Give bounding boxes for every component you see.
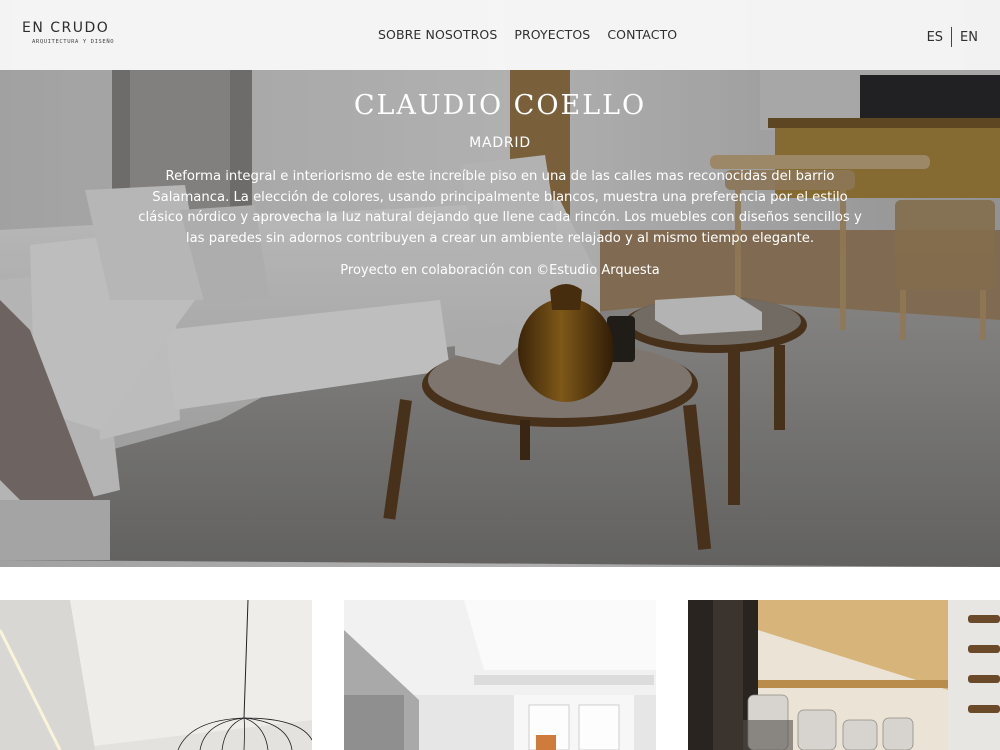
gallery-photo-3 — [688, 600, 1000, 750]
lang-es-link[interactable]: ES — [927, 30, 943, 45]
nav-link-proyectos[interactable]: PROYECTOS — [514, 27, 590, 42]
gallery-photo-1 — [0, 600, 312, 750]
nav-link-contacto[interactable]: CONTACTO — [607, 27, 677, 42]
brand-tagline: ARQUITECTURA Y DISEÑO — [32, 39, 115, 45]
gallery-thumb-pendant-lamp[interactable] — [0, 600, 312, 750]
hero-section: CLAUDIO COELLO MADRID Reforma integral e… — [0, 0, 1000, 567]
lang-en-link[interactable]: EN — [960, 30, 978, 45]
site-header: EN CRUDO ARQUITECTURA Y DISEÑO SOBRE NOS… — [0, 0, 1000, 70]
project-description: Reforma integral e interiorismo de este … — [138, 169, 862, 246]
hero-text-block: CLAUDIO COELLO MADRID Reforma integral e… — [0, 90, 1000, 278]
gallery-thumb-hallway[interactable] — [344, 600, 656, 750]
project-gallery — [0, 600, 1000, 750]
project-title: CLAUDIO COELLO — [353, 90, 647, 121]
brand-logo[interactable]: EN CRUDO ARQUITECTURA Y DISEÑO — [22, 20, 114, 45]
project-credit: Proyecto en colaboración con ©Estudio Ar… — [340, 263, 660, 278]
gallery-thumb-kitchen-shelves[interactable] — [688, 600, 1000, 750]
brand-name: EN CRUDO — [22, 20, 110, 36]
lang-divider — [951, 27, 953, 47]
nav-link-sobre-nosotros[interactable]: SOBRE NOSOTROS — [378, 27, 497, 42]
gallery-photo-2 — [344, 600, 656, 750]
language-switcher: ES EN — [927, 27, 978, 47]
project-city: MADRID — [469, 135, 531, 151]
hero-living-room-photo — [0, 0, 1000, 567]
main-nav: SOBRE NOSOTROS PROYECTOS CONTACTO — [378, 27, 677, 42]
